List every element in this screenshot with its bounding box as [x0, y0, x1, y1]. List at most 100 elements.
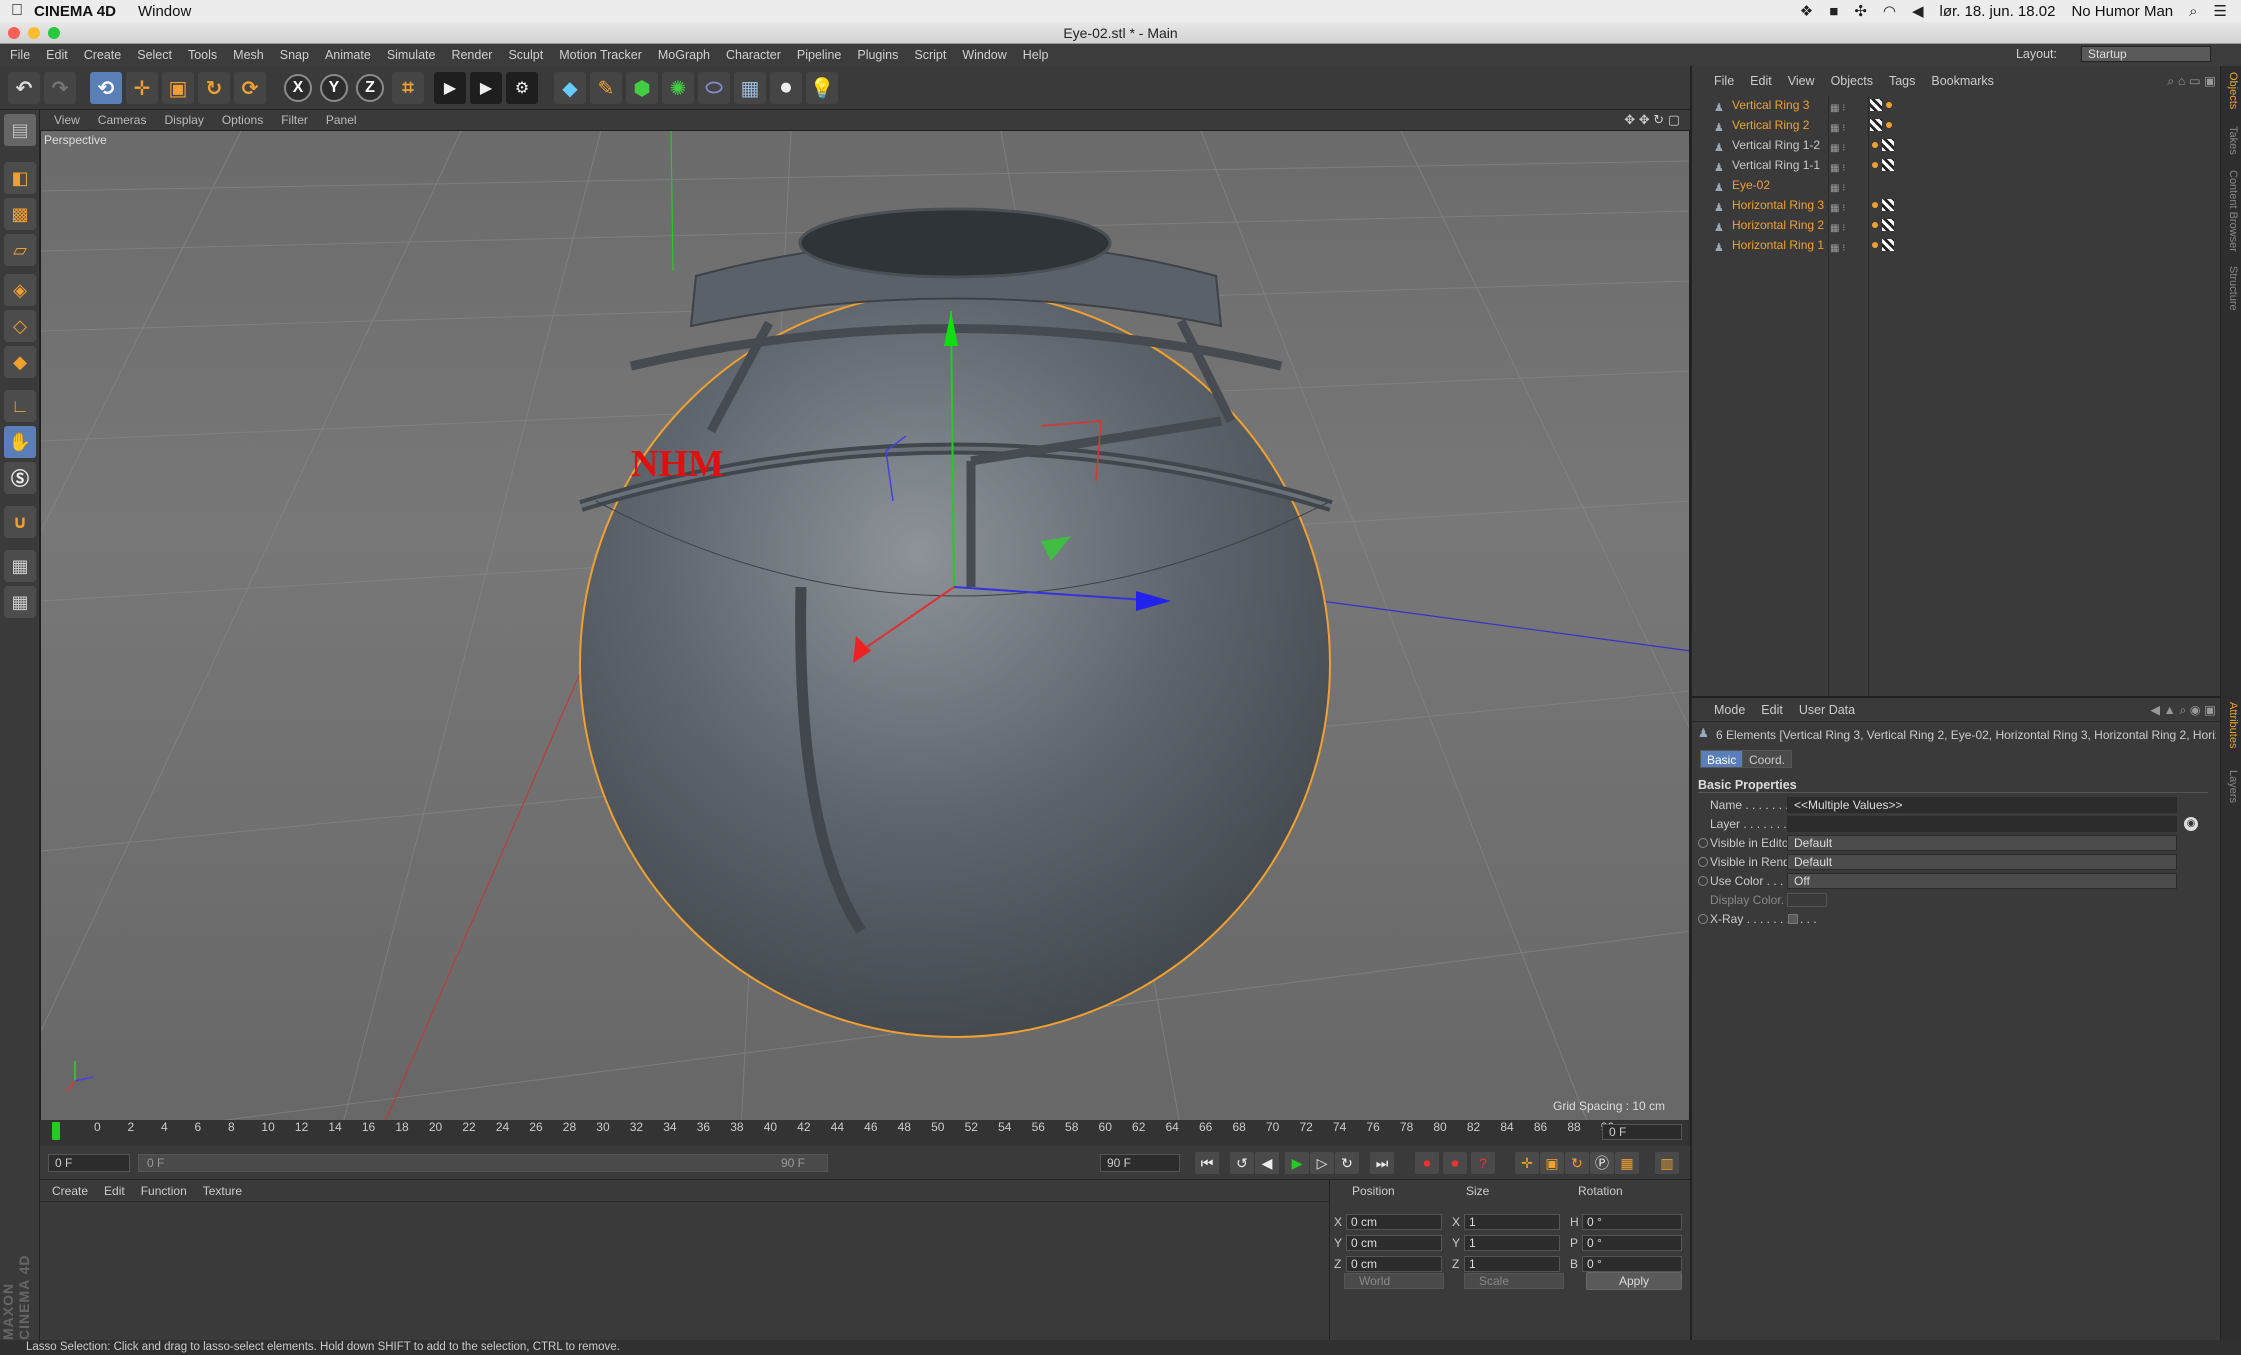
apple-icon[interactable]:  — [0, 2, 34, 20]
material-menu-function[interactable]: Function — [141, 1184, 187, 1198]
layer-pick-icon[interactable]: ◉ — [2184, 817, 2198, 831]
render-settings-icon[interactable]: ⚙ — [506, 72, 538, 104]
object-row[interactable]: ♟ Vertical Ring 1-2 ▦ ⁝ — [1692, 135, 2220, 155]
tab-basic[interactable]: Basic — [1700, 750, 1744, 768]
axis-mode-icon[interactable]: ∟ — [4, 390, 36, 422]
viewport-menu-options[interactable]: Options — [222, 113, 263, 127]
viewport-menu-display[interactable]: Display — [164, 113, 203, 127]
notification-icon[interactable]: ☰ — [2214, 2, 2227, 20]
pos-x-field[interactable]: 0 cm — [1346, 1214, 1442, 1230]
objects-search-icon[interactable]: ⌕ ⌂ ▭ ▣ — [2167, 73, 2216, 89]
objects-menu-bookmarks[interactable]: Bookmarks — [1931, 74, 1994, 88]
tweak-mode-icon[interactable]: ✋ — [4, 426, 36, 458]
preview-range-slider[interactable]: 0 F 90 F — [138, 1154, 828, 1172]
size-y-field[interactable]: 1 — [1464, 1235, 1560, 1251]
object-row[interactable]: ♟ Vertical Ring 3 ▦ ⁝ — [1692, 95, 2220, 115]
cloner-icon[interactable]: ✺ — [662, 72, 694, 104]
scale-icon[interactable]: ▣ — [162, 72, 194, 104]
attr-menu-edit[interactable]: Edit — [1761, 703, 1783, 717]
menu-mesh[interactable]: Mesh — [233, 48, 264, 62]
macos-menu-window[interactable]: Window — [138, 3, 191, 20]
menu-pipeline[interactable]: Pipeline — [797, 48, 841, 62]
key-position-icon[interactable]: ✛ — [1515, 1152, 1539, 1174]
tab-coord[interactable]: Coord. — [1742, 750, 1793, 768]
attr-menu-user-data[interactable]: User Data — [1799, 703, 1855, 717]
key-pla-icon[interactable]: ▦ — [1615, 1152, 1639, 1174]
menu-animate[interactable]: Animate — [325, 48, 371, 62]
material-manager[interactable]: Create Edit Function Texture — [40, 1180, 1330, 1340]
phong-tag-icon[interactable] — [1872, 142, 1878, 148]
menu-motion-tracker[interactable]: Motion Tracker — [559, 48, 642, 62]
spotlight-icon[interactable]: ⌕ — [2189, 3, 2197, 20]
menu-create[interactable]: Create — [84, 48, 122, 62]
phong-tag-icon[interactable] — [1872, 202, 1878, 208]
menu-render[interactable]: Render — [451, 48, 492, 62]
visible-in-editor-dropdown[interactable]: Default — [1787, 835, 2177, 851]
object-name[interactable]: Eye-02 — [1732, 175, 1770, 195]
viewport-nav-icons[interactable]: ✥ ✥ ↻ ▢ — [1624, 112, 1680, 128]
menu-snap[interactable]: Snap — [280, 48, 309, 62]
objects-menu-tags[interactable]: Tags — [1889, 74, 1915, 88]
key-scale-icon[interactable]: ▣ — [1540, 1152, 1564, 1174]
object-row[interactable]: ♟ Horizontal Ring 3 ▦ ⁝ — [1692, 195, 2220, 215]
size-x-field[interactable]: 1 — [1464, 1214, 1560, 1230]
workplane-icon[interactable]: ▱ — [4, 234, 36, 266]
viewport-menu-cameras[interactable]: Cameras — [98, 113, 147, 127]
object-name[interactable]: Horizontal Ring 1 — [1732, 235, 1824, 255]
texture-tag-icon[interactable] — [1882, 159, 1894, 171]
key-parameter-icon[interactable]: Ⓟ — [1590, 1152, 1614, 1174]
solo-icon[interactable]: Ⓢ — [4, 462, 36, 494]
keyframe-selection-icon[interactable]: ? — [1471, 1152, 1495, 1174]
pos-y-field[interactable]: 0 cm — [1346, 1235, 1442, 1251]
light-icon[interactable]: 💡 — [806, 72, 838, 104]
object-name[interactable]: Vertical Ring 2 — [1732, 115, 1809, 135]
y-axis-lock-button[interactable]: Y — [320, 74, 348, 102]
attr-nav-icons[interactable]: ◀ ▲ ⌕ ◉ ▣ — [2150, 702, 2216, 718]
objects-menu-file[interactable]: File — [1714, 74, 1734, 88]
menu-help[interactable]: Help — [1023, 48, 1049, 62]
workplane-snap-icon[interactable]: ▦ — [4, 586, 36, 618]
attr-name-field[interactable]: <<Multiple Values>> — [1787, 797, 2177, 813]
next-frame-icon[interactable]: ▷ — [1310, 1152, 1334, 1174]
next-key-icon[interactable]: ↻ — [1335, 1152, 1359, 1174]
render-picture-viewer-icon[interactable]: ▶ — [470, 72, 502, 104]
phong-tag-icon[interactable] — [1872, 222, 1878, 228]
autokey-icon[interactable]: ⏺ — [1443, 1152, 1467, 1174]
record-icon[interactable]: ⏺ — [1415, 1152, 1439, 1174]
redo-icon[interactable]: ↷ — [44, 72, 76, 104]
apply-button[interactable]: Apply — [1586, 1272, 1682, 1290]
phong-tag-icon[interactable] — [1886, 122, 1892, 128]
pos-z-field[interactable]: 0 cm — [1346, 1256, 1442, 1272]
visibility-dots[interactable]: ▦ ⁝ — [1830, 239, 1845, 259]
render-view-icon[interactable]: ▶ — [434, 72, 466, 104]
side-tab-objects[interactable]: Objects — [2223, 72, 2239, 109]
volume-icon[interactable]: ◀ — [1912, 2, 1924, 20]
subdivision-icon[interactable]: ⬢ — [626, 72, 658, 104]
play-icon[interactable]: ▶ — [1285, 1152, 1309, 1174]
edges-mode-icon[interactable]: ◇ — [4, 310, 36, 342]
object-name[interactable]: Vertical Ring 3 — [1732, 95, 1809, 115]
object-row[interactable]: ♟ Vertical Ring 1-1 ▦ ⁝ — [1692, 155, 2220, 175]
current-frame-field[interactable]: 0 F — [48, 1154, 130, 1172]
display-color-swatch[interactable] — [1787, 893, 1827, 907]
floor-icon[interactable]: ▦ — [734, 72, 766, 104]
scheme-icon[interactable]: ▥ — [1655, 1152, 1679, 1174]
texture-tag-icon[interactable] — [1882, 219, 1894, 231]
texture-tag-icon[interactable] — [1882, 239, 1894, 251]
z-axis-lock-button[interactable]: Z — [356, 74, 384, 102]
move-icon[interactable]: ✛ — [126, 72, 158, 104]
menu-simulate[interactable]: Simulate — [387, 48, 436, 62]
side-tab-content-browser[interactable]: Content Browser — [2223, 170, 2239, 252]
camera-icon[interactable]: ⏺ — [770, 72, 802, 104]
phong-tag-icon[interactable] — [1886, 102, 1892, 108]
polygons-mode-icon[interactable]: ◆ — [4, 346, 36, 378]
animate-radio[interactable] — [1698, 838, 1708, 848]
material-menu-edit[interactable]: Edit — [104, 1184, 125, 1198]
object-row[interactable]: ♟ Horizontal Ring 1 ▦ ⁝ — [1692, 235, 2220, 255]
timeline-ruler[interactable]: 0 2 4 6 8 10 12 14 16 18 20 22 24 26 28 … — [40, 1120, 1690, 1146]
close-window-button[interactable] — [8, 27, 20, 39]
sync-icon[interactable]: ✣ — [1854, 2, 1867, 20]
viewport-menu-panel[interactable]: Panel — [326, 113, 357, 127]
prev-key-icon[interactable]: ↺ — [1230, 1152, 1254, 1174]
object-row[interactable]: ♟ Vertical Ring 2 ▦ ⁝ — [1692, 115, 2220, 135]
